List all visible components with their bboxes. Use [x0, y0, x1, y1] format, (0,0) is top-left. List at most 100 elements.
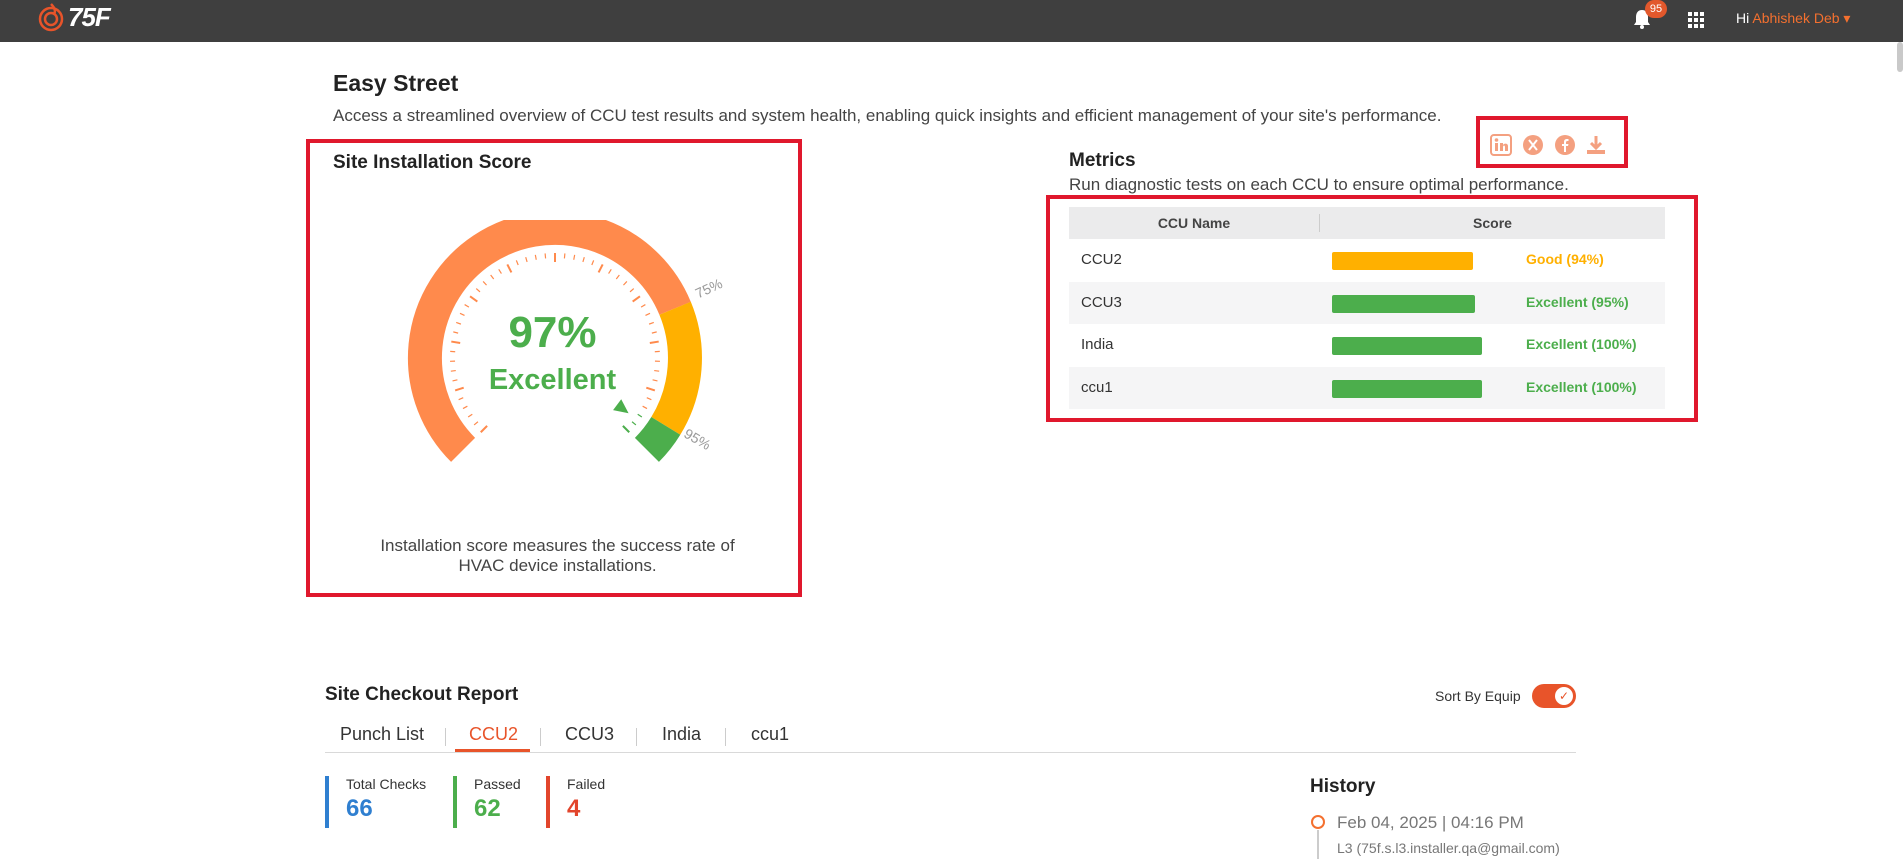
gauge-tick	[506, 263, 513, 273]
flame-logo-icon	[38, 3, 64, 32]
gauge-tick	[640, 304, 646, 308]
gauge-tick	[480, 425, 488, 433]
gauge-tick	[591, 260, 595, 266]
history-timeline-dot	[1311, 815, 1325, 829]
ccu-name: CCU2	[1081, 251, 1122, 268]
gauge-tick	[462, 405, 468, 410]
stat-label: Total Checks	[346, 776, 427, 792]
gauge-tick	[622, 425, 630, 433]
tab-divider	[636, 728, 637, 746]
x-icon[interactable]	[1522, 134, 1544, 156]
gauge-tick	[473, 421, 479, 426]
gauge-tick	[642, 405, 648, 410]
greeting-text: Hi	[1736, 10, 1750, 26]
column-ccu-name: CCU Name	[1157, 215, 1231, 231]
notification-badge: 95	[1645, 0, 1667, 18]
gauge-tick	[498, 269, 502, 274]
user-menu[interactable]: Hi Abhishek Deb ▾	[1736, 10, 1850, 27]
gauge-tick	[582, 257, 585, 263]
stat-value: 4	[567, 795, 581, 822]
gauge-tick	[615, 274, 620, 280]
metrics-title: Metrics	[1069, 150, 1136, 171]
active-tab-indicator	[455, 749, 530, 752]
top-bar: 75F 95 Hi Abhishek Deb ▾	[0, 0, 1903, 42]
stat-label: Passed	[474, 776, 521, 792]
gauge-tick	[475, 288, 481, 293]
score-text: Good (94%)	[1526, 251, 1604, 267]
sort-by-equip-label: Sort By Equip	[1435, 688, 1521, 704]
stat-total-checks: Total Checks 66	[325, 776, 426, 828]
table-row[interactable]: India Excellent (100%)	[1069, 324, 1665, 366]
tab-divider	[725, 728, 726, 746]
gauge-tick	[490, 274, 495, 280]
checkout-report-title: Site Checkout Report	[325, 684, 519, 705]
ccu-name: India	[1081, 336, 1114, 353]
score-text: Excellent (95%)	[1526, 294, 1629, 310]
table-row[interactable]: CCU2 Good (94%)	[1069, 239, 1665, 281]
score-card-title: Site Installation Score	[333, 152, 532, 173]
score-bar	[1332, 295, 1475, 313]
linkedin-icon[interactable]	[1490, 134, 1512, 156]
brand-name: 75F	[68, 1, 111, 32]
gauge-arc-mid	[651, 301, 702, 435]
tab-ccu1[interactable]: ccu1	[751, 724, 789, 745]
table-row[interactable]: CCU3 Excellent (95%)	[1069, 282, 1665, 324]
gauge-tick	[458, 397, 464, 401]
facebook-icon[interactable]	[1554, 134, 1576, 156]
tab-punch-list[interactable]: Punch List	[340, 724, 424, 745]
gauge-tick	[631, 421, 637, 426]
tab-ccu2[interactable]: CCU2	[469, 724, 518, 745]
sort-by-equip-toggle[interactable]: ✓	[1532, 684, 1576, 708]
stat-passed: Passed 62	[453, 776, 521, 828]
gauge-tick	[637, 413, 643, 418]
history-timeline-line	[1317, 830, 1319, 859]
gauge-tick	[646, 397, 652, 401]
tab-india[interactable]: India	[662, 724, 701, 745]
gauge-needle	[613, 399, 629, 414]
score-bar	[1332, 337, 1482, 355]
ccu-name: CCU3	[1081, 294, 1122, 311]
gauge-tick	[482, 281, 487, 286]
chevron-down-icon: ▾	[1843, 10, 1851, 26]
brand-logo[interactable]: 75F	[38, 0, 111, 34]
gauge-tick	[629, 288, 635, 293]
score-text: Excellent (100%)	[1526, 379, 1637, 395]
gauge-tick	[467, 413, 473, 418]
gauge-mark-95: 95%	[681, 425, 713, 453]
metrics-table-header: CCU Name Score	[1069, 207, 1665, 239]
metrics-description: Run diagnostic tests on each CCU to ensu…	[1069, 175, 1569, 194]
stat-failed: Failed 4	[546, 776, 605, 828]
user-name: Abhishek Deb	[1752, 10, 1840, 26]
apps-grid-icon[interactable]	[1688, 12, 1704, 28]
gauge-tick	[608, 269, 612, 274]
gauge-tick	[464, 304, 470, 308]
score-bar	[1332, 252, 1473, 270]
gauge-tick	[525, 257, 528, 263]
stat-label: Failed	[567, 776, 606, 792]
gauge-tick	[469, 295, 478, 303]
score-text: Excellent (100%)	[1526, 336, 1637, 352]
checkout-tabs: Punch List CCU2 CCU3 India ccu1	[325, 720, 1576, 753]
gauge-tick	[573, 254, 576, 260]
stat-value: 66	[346, 795, 373, 822]
gauge-score-value: 97%	[508, 308, 597, 357]
tab-divider	[445, 728, 446, 746]
page-scrollbar[interactable]	[1897, 42, 1903, 72]
table-row[interactable]: ccu1 Excellent (100%)	[1069, 367, 1665, 409]
gauge-score-rating: Excellent	[488, 364, 617, 396]
download-icon[interactable]	[1585, 134, 1607, 156]
gauge-tick	[515, 260, 519, 266]
gauge-tick	[623, 281, 628, 286]
history-entry-date[interactable]: Feb 04, 2025 | 04:16 PM	[1337, 813, 1524, 833]
gauge-tick	[534, 254, 537, 260]
ccu-name: ccu1	[1081, 379, 1113, 396]
tab-ccu3[interactable]: CCU3	[565, 724, 614, 745]
gauge-mark-75: 75%	[693, 275, 725, 301]
column-score: Score	[1473, 215, 1512, 231]
history-title: History	[1310, 776, 1376, 797]
gauge-arc-high	[634, 416, 681, 462]
gauge-tick	[632, 295, 641, 303]
page-title: Easy Street	[333, 70, 459, 96]
score-card-note: Installation score measures the success …	[380, 536, 735, 575]
gauge-tick	[597, 263, 604, 273]
